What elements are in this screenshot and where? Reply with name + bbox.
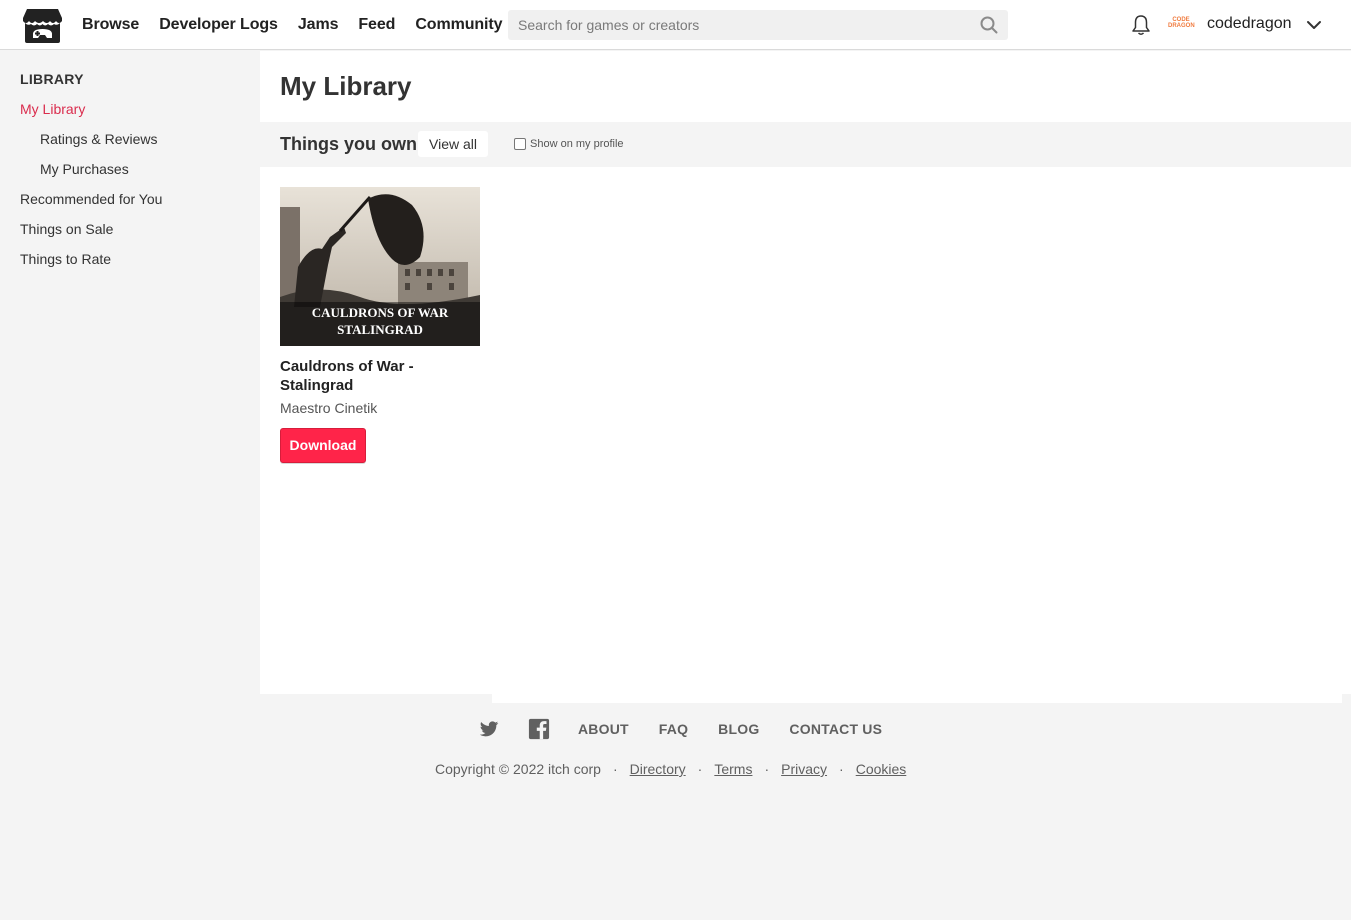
bell-icon[interactable] xyxy=(1131,14,1151,36)
facebook-icon[interactable] xyxy=(528,718,550,740)
copyright-row: Copyright © 2022 itch corp · Directory ·… xyxy=(435,761,906,777)
chevron-down-icon[interactable] xyxy=(1305,16,1323,34)
footer-privacy-link[interactable]: Privacy xyxy=(781,761,827,777)
shelf-header: Things you own View all Show on my profi… xyxy=(260,122,1351,167)
search-icon[interactable] xyxy=(980,16,998,34)
game-cover-art: CAULDRONS OF WAR STALINGRAD xyxy=(280,187,480,346)
separator: · xyxy=(839,761,844,777)
footer-about-link[interactable]: ABOUT xyxy=(578,721,629,737)
download-button[interactable]: Download xyxy=(280,428,366,463)
twitter-icon[interactable] xyxy=(478,718,500,740)
footer-directory-link[interactable]: Directory xyxy=(630,761,686,777)
game-title[interactable]: Cauldrons of War - Stalingrad xyxy=(280,357,480,395)
nav-feed[interactable]: Feed xyxy=(358,16,395,34)
itch-logo-icon[interactable] xyxy=(23,7,62,44)
copyright-text: Copyright © 2022 itch corp xyxy=(435,761,601,777)
game-cover-image[interactable]: CAULDRONS OF WAR STALINGRAD xyxy=(280,187,480,346)
search-input[interactable] xyxy=(508,10,968,40)
avatar[interactable]: CODE DRAGON xyxy=(1168,13,1195,35)
footer-links: ABOUT FAQ BLOG CONTACT US xyxy=(478,717,912,741)
cover-caption-line1: CAULDRONS OF WAR xyxy=(312,305,449,320)
page-title: My Library xyxy=(280,71,412,101)
footer-blog-link[interactable]: BLOG xyxy=(718,721,759,737)
sidebar-item-ratings-reviews[interactable]: Ratings & Reviews xyxy=(40,131,158,147)
footer-contact-link[interactable]: CONTACT US xyxy=(789,721,882,737)
search-box xyxy=(508,10,1008,40)
nav-browse[interactable]: Browse xyxy=(82,16,139,34)
separator: · xyxy=(764,761,770,777)
footer-terms-link[interactable]: Terms xyxy=(714,761,752,777)
sidebar-item-things-on-sale[interactable]: Things on Sale xyxy=(20,221,113,237)
separator: · xyxy=(612,761,618,777)
footer-cookies-link[interactable]: Cookies xyxy=(856,761,907,777)
nav-jams[interactable]: Jams xyxy=(298,16,339,34)
show-on-profile-checkbox[interactable] xyxy=(514,138,526,150)
main-content: My Library Things you own View all Show … xyxy=(260,51,1351,694)
view-all-button[interactable]: View all xyxy=(418,131,488,157)
shelf-title: Things you own xyxy=(280,134,417,154)
sidebar-item-recommended[interactable]: Recommended for You xyxy=(20,191,162,207)
show-on-profile-toggle[interactable]: Show on my profile xyxy=(514,138,624,150)
username[interactable]: codedragon xyxy=(1207,15,1292,33)
show-on-profile-label: Show on my profile xyxy=(530,138,624,150)
footer-divider xyxy=(492,694,1342,703)
sidebar-item-my-library[interactable]: My Library xyxy=(20,101,85,117)
sidebar-item-my-purchases[interactable]: My Purchases xyxy=(40,161,129,177)
main-nav: Browse Developer Logs Jams Feed Communit… xyxy=(82,0,522,50)
nav-community[interactable]: Community xyxy=(415,16,502,34)
sidebar-title: LIBRARY xyxy=(20,71,84,87)
footer-faq-link[interactable]: FAQ xyxy=(659,721,688,737)
game-author[interactable]: Maestro Cinetik xyxy=(280,400,377,416)
nav-developer-logs[interactable]: Developer Logs xyxy=(159,16,278,34)
sidebar-item-things-to-rate[interactable]: Things to Rate xyxy=(20,251,111,267)
cover-caption-line2: STALINGRAD xyxy=(337,322,423,337)
top-bar: Browse Developer Logs Jams Feed Communit… xyxy=(0,0,1351,50)
separator: · xyxy=(697,761,703,777)
